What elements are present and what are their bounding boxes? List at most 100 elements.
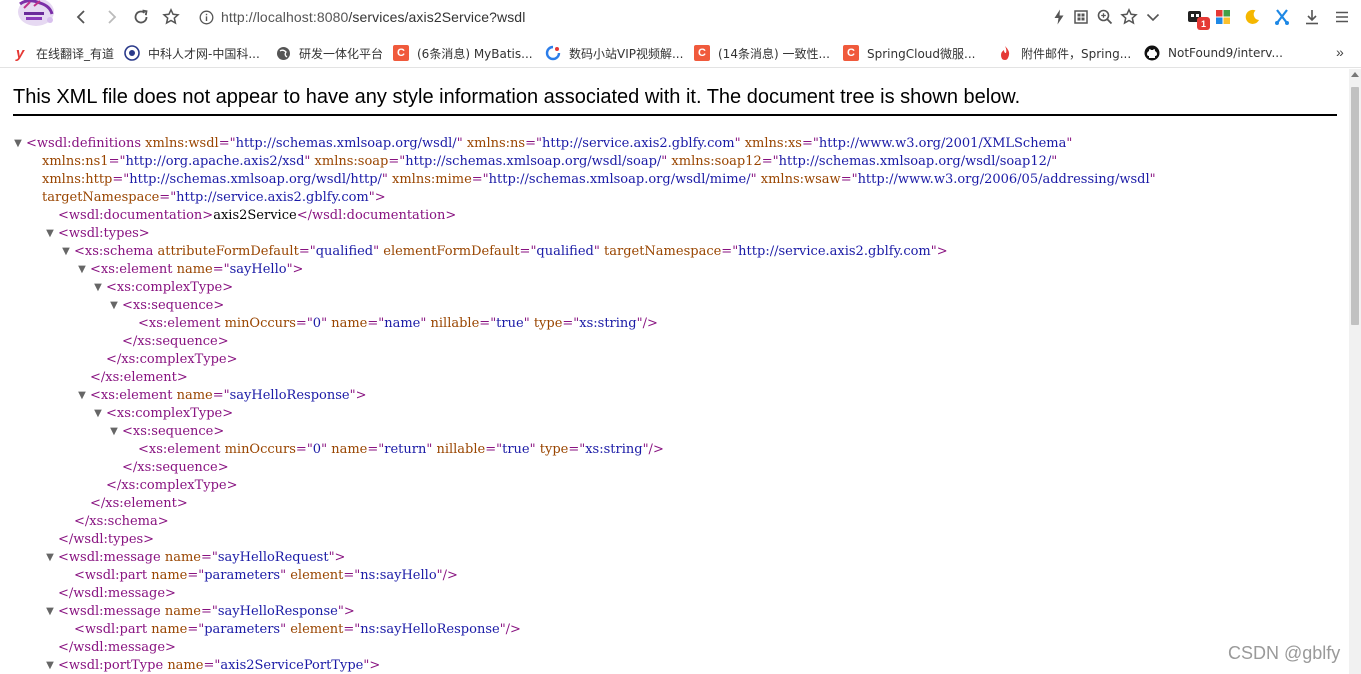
xml-attr-name: xmlns:mime [392,172,472,187]
bookmark-item[interactable]: 数码小站VIP视频解... [545,44,683,62]
collapse-toggle-icon[interactable]: ▼ [45,657,55,674]
xml-line: ▼ <wsdl:message name="sayHelloResponse"> [12,603,1342,621]
xml-line: ▼ <xs:element name="sayHello"> [12,261,1342,279]
scrollbar-thumb[interactable] [1351,87,1359,325]
xml-tag: =" [840,172,858,187]
reload-icon[interactable] [131,7,151,27]
apps-grid-icon[interactable] [1213,7,1233,27]
collapse-toggle-icon[interactable]: ▼ [45,225,55,243]
xml-tag: =" [343,622,361,637]
back-icon[interactable] [72,7,92,27]
lightning-icon[interactable] [1049,7,1069,27]
xml-tag: =" [112,172,130,187]
xml-tag: </xs:element> [90,496,188,511]
collapse-toggle-icon[interactable]: ▼ [61,243,71,261]
chevron-down-icon[interactable] [1143,7,1163,27]
bookmark-item[interactable]: 附件邮件，Spring... [997,44,1131,62]
xml-line: </xs:complexType> [12,351,1342,369]
xml-tag: <wsdl:definitions [26,136,142,151]
collapse-toggle-icon[interactable]: ▼ [109,423,119,441]
xml-tag: " [1066,136,1073,151]
xml-line: ▼ <xs:schema attributeFormDefault="qualif… [12,243,1342,261]
collapse-toggle-icon[interactable]: ▼ [45,549,55,567]
xml-tag: =" [343,568,361,583]
xml-tag: =" [761,154,779,169]
xml-tag: =" [485,442,503,457]
xml-tag: <wsdl:message [58,604,161,619]
bookmark-item[interactable]: NotFound9/interv... [1144,44,1283,62]
collapse-toggle-icon[interactable]: ▼ [93,279,103,297]
xml-line-content: </xs:sequence> [122,459,229,477]
download-icon[interactable] [1302,7,1322,27]
xml-attr-name: xmlns:ns1 [42,154,109,169]
address-bar[interactable]: http://localhost:8080/services/axis2Serv… [198,5,1038,29]
vertical-scrollbar[interactable] [1349,69,1361,674]
xml-document-tree: ▼ <wsdl:definitions xmlns:wsdl="http://sc… [12,135,1342,674]
xml-attr-value: name [384,316,421,331]
bookmark-item[interactable]: C SpringCloud微服... [843,44,975,62]
xml-tag: =" [212,388,230,403]
xml-line-content: <xs:element name="sayHelloResponse"> [90,387,366,405]
xml-tag: "> [286,262,304,277]
xml-line: ▼ <wsdl:message name="sayHelloRequest"> [12,549,1342,567]
bookmarks-more-icon[interactable]: » [1336,44,1344,60]
xml-line: ▼ <xs:sequence> [12,423,1342,441]
xml-line-content: <xs:element minOccurs="0" name="return" … [138,441,664,459]
xml-tag: =" [519,244,537,259]
xml-tag: <xs:sequence> [122,298,225,313]
xml-attr-name: xmlns:wsdl [145,136,219,151]
xml-tag: "> [368,190,386,205]
collapse-toggle-icon[interactable]: ▼ [45,603,55,621]
dark-mode-moon-icon[interactable] [1242,7,1262,27]
xml-attr-value: xs:string [579,316,637,331]
xml-attr-name: name [331,442,368,457]
bookmark-star-icon[interactable] [161,7,181,27]
bookmark-item[interactable]: C (14条消息) 一致性... [694,44,830,62]
forward-icon[interactable] [101,7,121,27]
collapse-toggle-icon[interactable]: ▼ [93,405,103,423]
xml-tag: =" [203,658,221,673]
collapse-toggle-icon[interactable]: ▼ [13,135,23,153]
bookmark-label: NotFound9/interv... [1168,46,1283,60]
collapse-toggle-icon[interactable]: ▼ [77,261,87,279]
bookmark-item[interactable]: 研发一体化平台 [275,44,383,62]
xml-tag: "> [328,550,346,565]
collapse-toggle-icon[interactable]: ▼ [77,387,87,405]
xml-attr-name: type [539,442,569,457]
zoom-icon[interactable] [1095,7,1115,27]
screenshot-icon[interactable] [1071,7,1091,27]
bookmark-label: 数码小站VIP视频解... [569,46,684,61]
youdao-icon: y [15,44,25,62]
site-info-icon[interactable] [198,9,214,25]
menu-icon[interactable] [1332,7,1352,27]
bookmark-item[interactable]: 中科人才网-中国科... [124,44,260,62]
xml-tag: " [1051,154,1058,169]
collapse-toggle-icon[interactable]: ▼ [109,297,119,315]
bookmark-label: 研发一体化平台 [299,46,384,61]
xml-attr-value: http://org.apache.axis2/xsd [125,154,305,169]
favorite-star-icon[interactable] [1119,7,1139,27]
bookmark-item[interactable]: C (6条消息) MyBatis... [393,44,533,62]
watermark: CSDN @gblfy [1228,643,1341,663]
bookmarks-bar: y 在线翻译_有道 中科人才网-中国科... 研发一体化平台 C (6条消息) MyBat… [0,38,1361,68]
xml-attr-name: attributeFormDefault [157,244,299,259]
xml-tag: <xs:complexType> [106,406,234,421]
xml-tag: </xs:sequence> [122,460,229,475]
xml-tag: =" [568,442,586,457]
xml-line: </wsdl:types> [12,531,1342,549]
url-path: /services/axis2Service?wsdl [348,9,526,25]
xml-line-content: <xs:sequence> [122,423,224,441]
xml-tag: " [1149,172,1156,187]
bookmark-item[interactable]: y 在线翻译_有道 [12,44,114,62]
profile-logo-icon[interactable] [6,0,58,30]
scroll-up-arrow-icon[interactable] [1351,72,1359,77]
xml-tag: =" [562,316,580,331]
xml-line-content: <wsdl:types> [58,225,150,243]
xml-attr-name: name [176,262,213,277]
xml-attr-value: ns:sayHelloResponse [360,622,500,637]
scissors-icon[interactable] [1272,7,1292,27]
xml-line-content: <wsdl:documentation>axis2Service</wsdl:d… [58,207,456,225]
xml-line: <xs:element minOccurs="0" name="return" … [12,441,1342,459]
xml-line: ▼ <wsdl:portType name="axis2ServicePortTy… [12,657,1342,674]
xml-line-content: <wsdl:portType name="axis2ServicePortTyp… [58,657,380,674]
